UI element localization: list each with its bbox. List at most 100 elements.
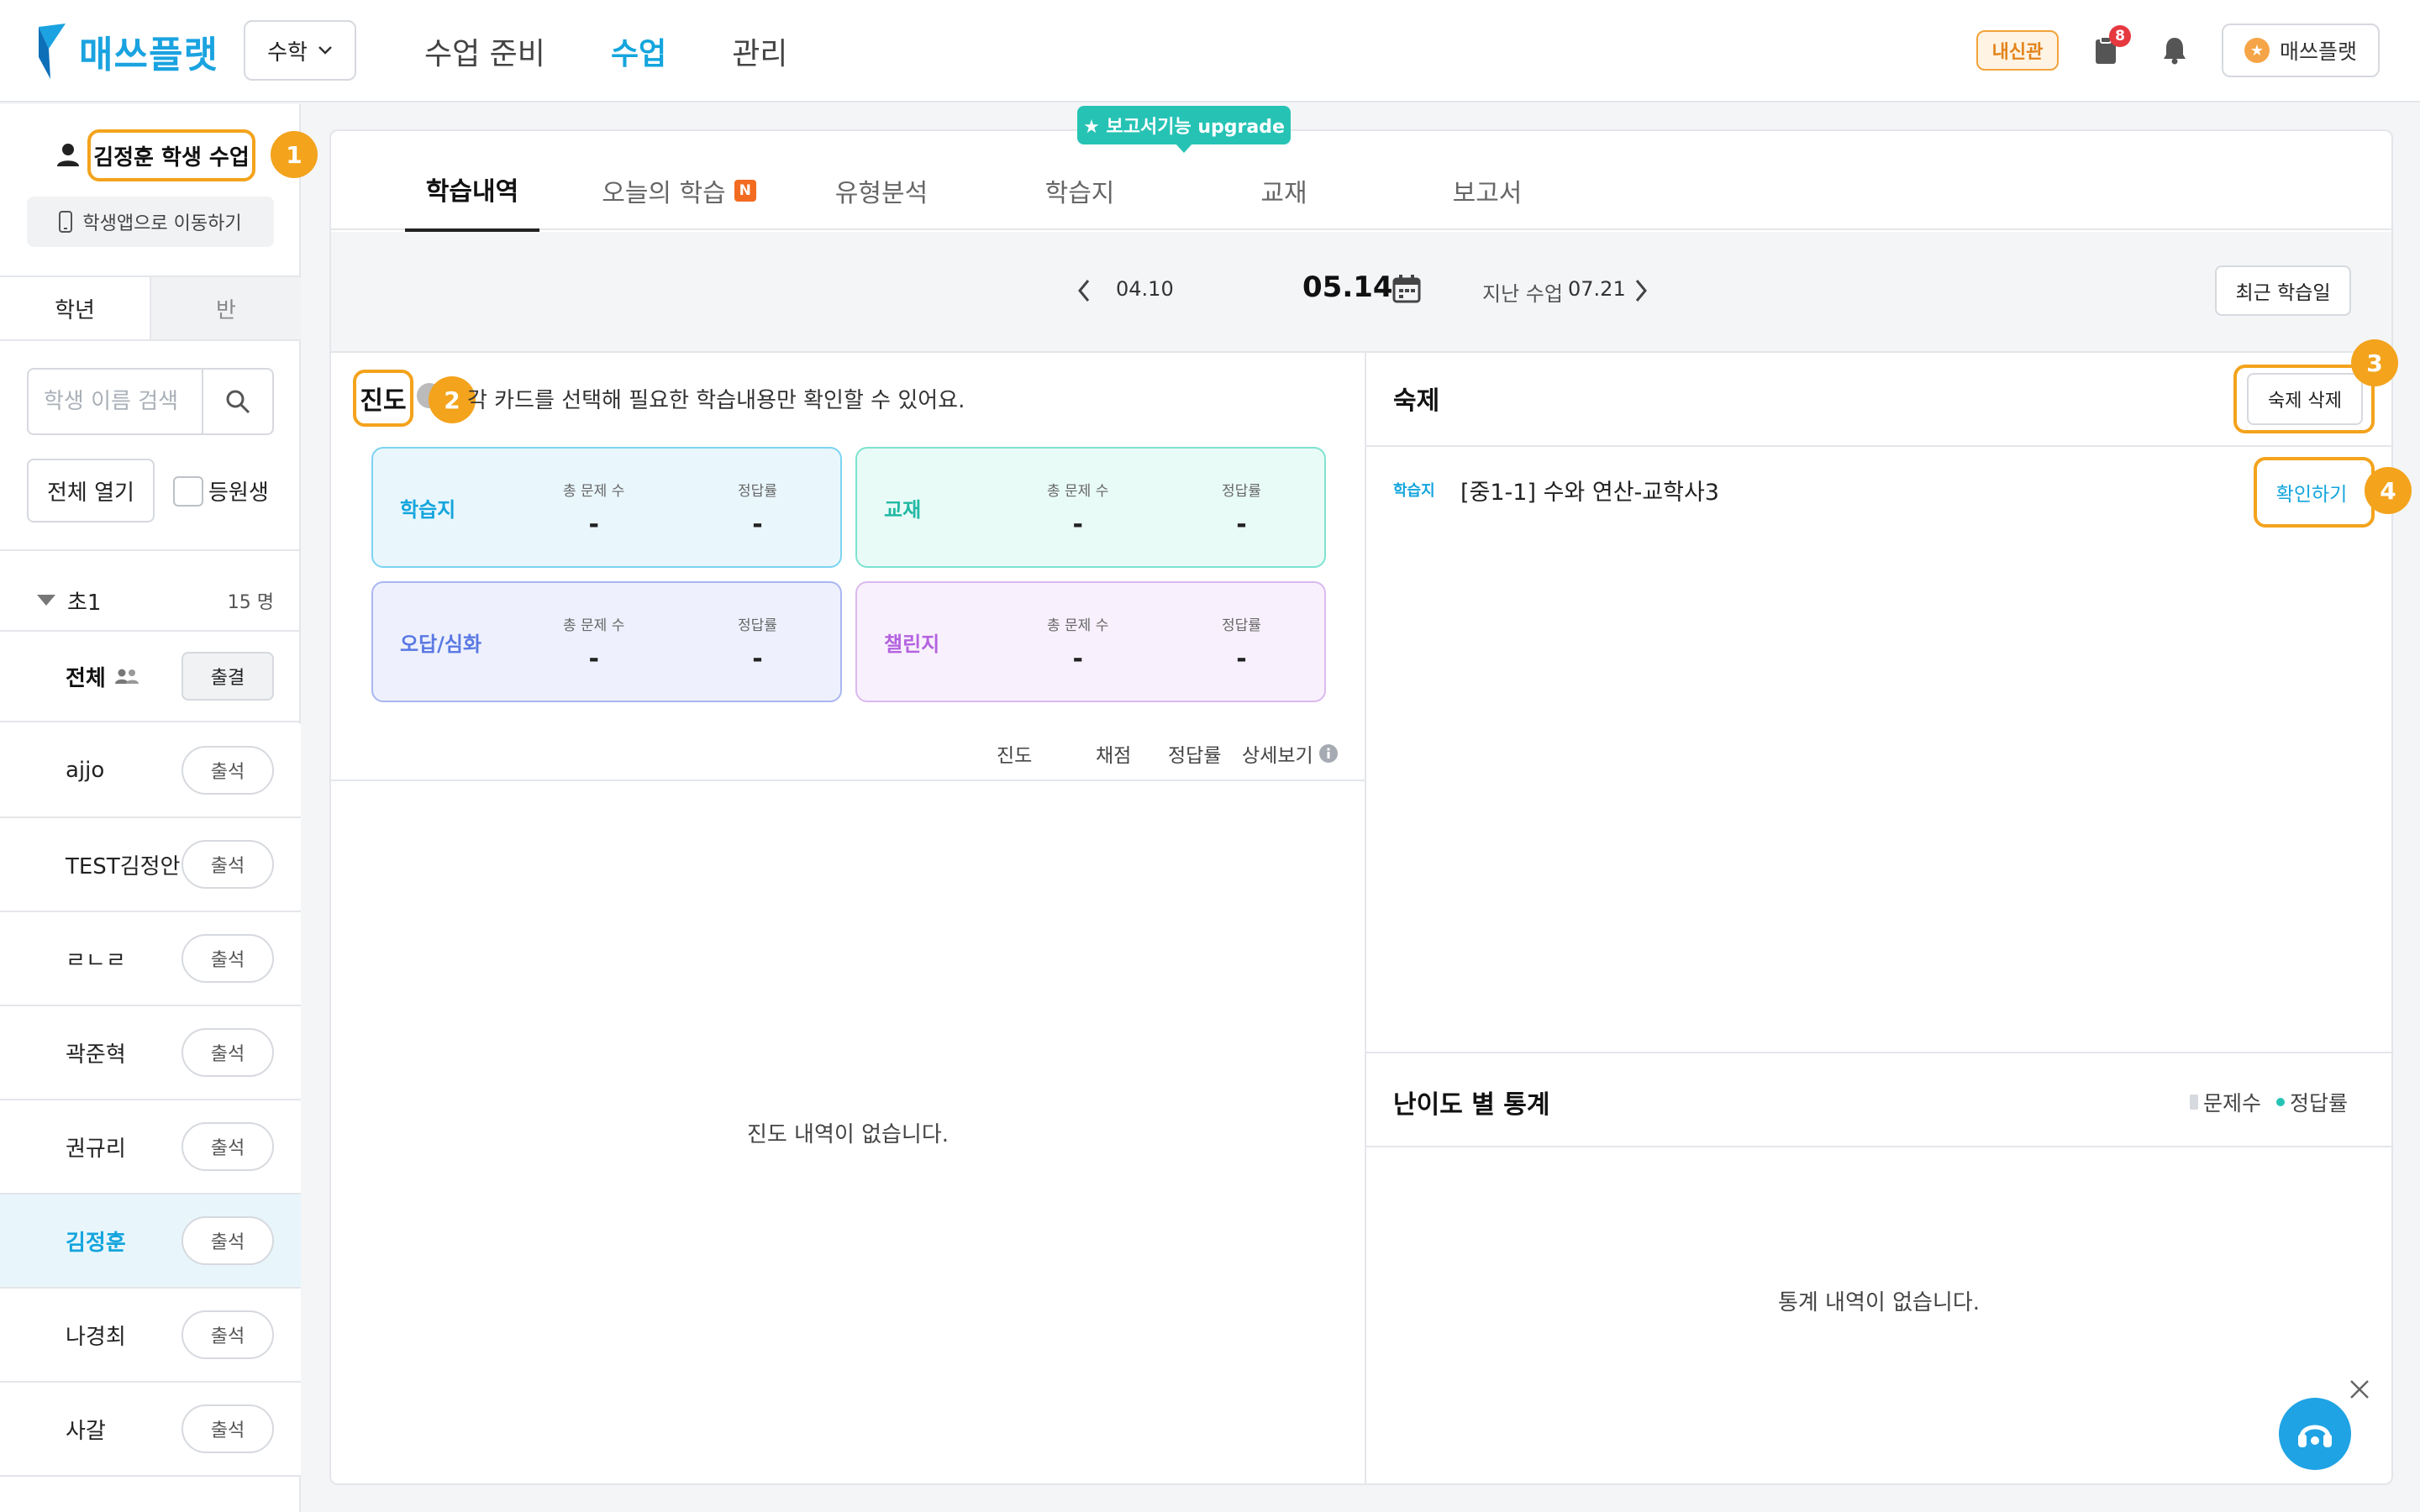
search-button[interactable] <box>202 370 272 433</box>
group-icon <box>114 669 139 684</box>
column-details-label: 상세보기 <box>1242 745 1313 767</box>
naesin-badge[interactable]: 내신관 <box>1976 30 2059 71</box>
enrolled-checkbox-label: 등원생 <box>208 480 269 506</box>
enrolled-filter[interactable]: 등원생 <box>173 475 269 507</box>
card-rate-label: 정답률 <box>738 483 777 500</box>
student-search-input[interactable] <box>29 370 202 433</box>
brand-name: 매쓰플랫 <box>79 34 218 76</box>
column-progress: 진도 <box>997 745 1033 767</box>
mark-present-button[interactable]: 출석 <box>182 1028 274 1077</box>
user-menu-label: 매쓰플랫 <box>2279 39 2357 64</box>
card-wrong-advanced[interactable]: 오답/심화 총 문제 수 - 정답률 - <box>371 581 842 702</box>
subject-select[interactable]: 수학 <box>244 20 356 81</box>
card-total-label: 총 문제 수 <box>1047 617 1109 634</box>
nav-lesson[interactable]: 수업 <box>611 29 666 73</box>
caret-down-icon <box>37 595 55 606</box>
star-icon: ★ <box>2244 38 2270 63</box>
mark-present-button[interactable]: 출석 <box>182 1310 274 1359</box>
user-menu-button[interactable]: ★ 매쓰플랫 <box>2222 24 2380 77</box>
current-date: 05.14 <box>1302 270 1393 304</box>
customer-support-button[interactable] <box>2279 1398 2351 1470</box>
student-row[interactable]: ajjo 출석 <box>0 724 301 818</box>
difficulty-stats-title: 난이도 별 통계 <box>1393 1090 1550 1120</box>
go-to-student-app-label: 학생앱으로 이동하기 <box>82 213 242 234</box>
attendance-button[interactable]: 출결 <box>182 652 274 701</box>
calendar-icon[interactable] <box>1392 274 1422 304</box>
confirm-homework-button[interactable]: 확인하기 <box>2259 467 2365 517</box>
card-worksheet-label: 학습지 <box>400 497 456 522</box>
progress-empty-message: 진도 내역이 없습니다. <box>746 1122 950 1147</box>
tab-report[interactable]: 보고서 <box>1437 150 1538 232</box>
tab-worksheet[interactable]: 학습지 <box>1034 150 1126 232</box>
card-total-label: 총 문제 수 <box>1047 483 1109 500</box>
homework-item-tag: 학습지 <box>1393 482 1435 500</box>
student-row[interactable]: 권규리 출석 <box>0 1100 301 1194</box>
nav-manage[interactable]: 관리 <box>732 29 787 73</box>
card-wrong-advanced-label: 오답/심화 <box>400 632 482 656</box>
student-row[interactable]: ㄹㄴㄹ 출석 <box>0 912 301 1006</box>
card-total-value: - <box>1072 510 1083 539</box>
mark-present-button[interactable]: 출석 <box>182 840 274 889</box>
mark-present-button[interactable]: 출석 <box>182 746 274 795</box>
logo[interactable]: 매쓰플랫 <box>35 22 218 81</box>
legend-count-label: 문제수 <box>2203 1091 2262 1116</box>
homework-divider <box>1366 445 2391 447</box>
difficulty-empty-message: 통계 내역이 없습니다. <box>1777 1290 1981 1315</box>
info-icon[interactable] <box>1318 743 1339 764</box>
go-to-student-app-button[interactable]: 학생앱으로 이동하기 <box>27 197 274 247</box>
tab-todays-learning[interactable]: 오늘의 학습 N <box>595 150 763 232</box>
open-all-button[interactable]: 전체 열기 <box>27 459 155 522</box>
mark-present-button[interactable]: 출석 <box>182 934 274 983</box>
student-row[interactable]: 사갈 출석 <box>0 1383 301 1477</box>
difficulty-header-divider <box>1366 1146 2391 1147</box>
bell-icon[interactable] <box>2156 32 2193 69</box>
tab-grade[interactable]: 학년 <box>0 277 150 339</box>
tab-type-analysis[interactable]: 유형분석 <box>827 150 936 232</box>
card-rate-label: 정답률 <box>738 617 777 634</box>
all-students-row[interactable]: 전체 출결 <box>0 630 301 722</box>
card-rate-value: - <box>1236 510 1247 539</box>
search-icon <box>226 390 250 414</box>
column-grading: 채점 <box>1096 745 1132 767</box>
card-rate-label: 정답률 <box>1222 617 1261 634</box>
chevron-down-icon <box>318 46 332 55</box>
phone-icon <box>59 211 73 233</box>
card-total-value: - <box>588 510 599 539</box>
tab-learning-history[interactable]: 학습내역 <box>405 150 539 232</box>
logo-mark-icon <box>39 24 66 79</box>
card-challenge-label: 챌린지 <box>884 632 940 656</box>
delete-homework-button[interactable]: 숙제 삭제 <box>2247 373 2363 425</box>
card-textbook[interactable]: 교재 총 문제 수 - 정답률 - <box>855 447 1326 568</box>
student-name: ㄹㄴㄹ <box>66 948 126 974</box>
mark-present-button[interactable]: 출석 <box>182 1122 274 1171</box>
legend-item-rate: 정답률 <box>2276 1087 2348 1117</box>
student-row[interactable]: 김정훈 출석 <box>0 1194 301 1289</box>
card-rate-label: 정답률 <box>1222 483 1261 500</box>
difficulty-legend: 문제수 정답률 <box>2190 1087 2348 1117</box>
card-rate-value: - <box>752 644 763 674</box>
card-worksheet[interactable]: 학습지 총 문제 수 - 정답률 - <box>371 447 842 568</box>
column-details: 상세보기 <box>1242 739 1339 768</box>
student-row[interactable]: 곽준혁 출석 <box>0 1006 301 1100</box>
chevron-left-icon[interactable] <box>1071 274 1097 307</box>
last-lesson-date[interactable]: 07.21 <box>1568 277 1626 301</box>
new-badge: N <box>734 180 756 202</box>
close-icon[interactable] <box>2346 1376 2373 1403</box>
previous-date[interactable]: 04.10 <box>1116 277 1174 301</box>
enrolled-checkbox[interactable] <box>173 475 203 507</box>
mark-present-button[interactable]: 출석 <box>182 1404 274 1453</box>
progress-table-divider <box>331 780 1365 781</box>
student-row[interactable]: TEST김정안 출석 <box>0 818 301 912</box>
report-upgrade-badge[interactable]: ★ 보고서기능 upgrade <box>1077 106 1291 144</box>
recent-learning-date-button[interactable]: 최근 학습일 <box>2215 265 2351 316</box>
tab-textbook[interactable]: 교재 <box>1242 150 1326 232</box>
chevron-right-icon[interactable] <box>1628 274 1654 307</box>
mark-present-button[interactable]: 출석 <box>182 1216 274 1265</box>
tab-class[interactable]: 반 <box>150 277 301 339</box>
card-textbook-label: 교재 <box>884 497 922 522</box>
student-lesson-title: 김정훈 학생 수업 <box>87 129 255 181</box>
card-challenge[interactable]: 챌린지 총 문제 수 - 정답률 - <box>855 581 1326 702</box>
student-row[interactable]: 나경최 출석 <box>0 1289 301 1383</box>
nav-lesson-prep[interactable]: 수업 준비 <box>424 29 545 73</box>
card-rate-value: - <box>1236 644 1247 674</box>
